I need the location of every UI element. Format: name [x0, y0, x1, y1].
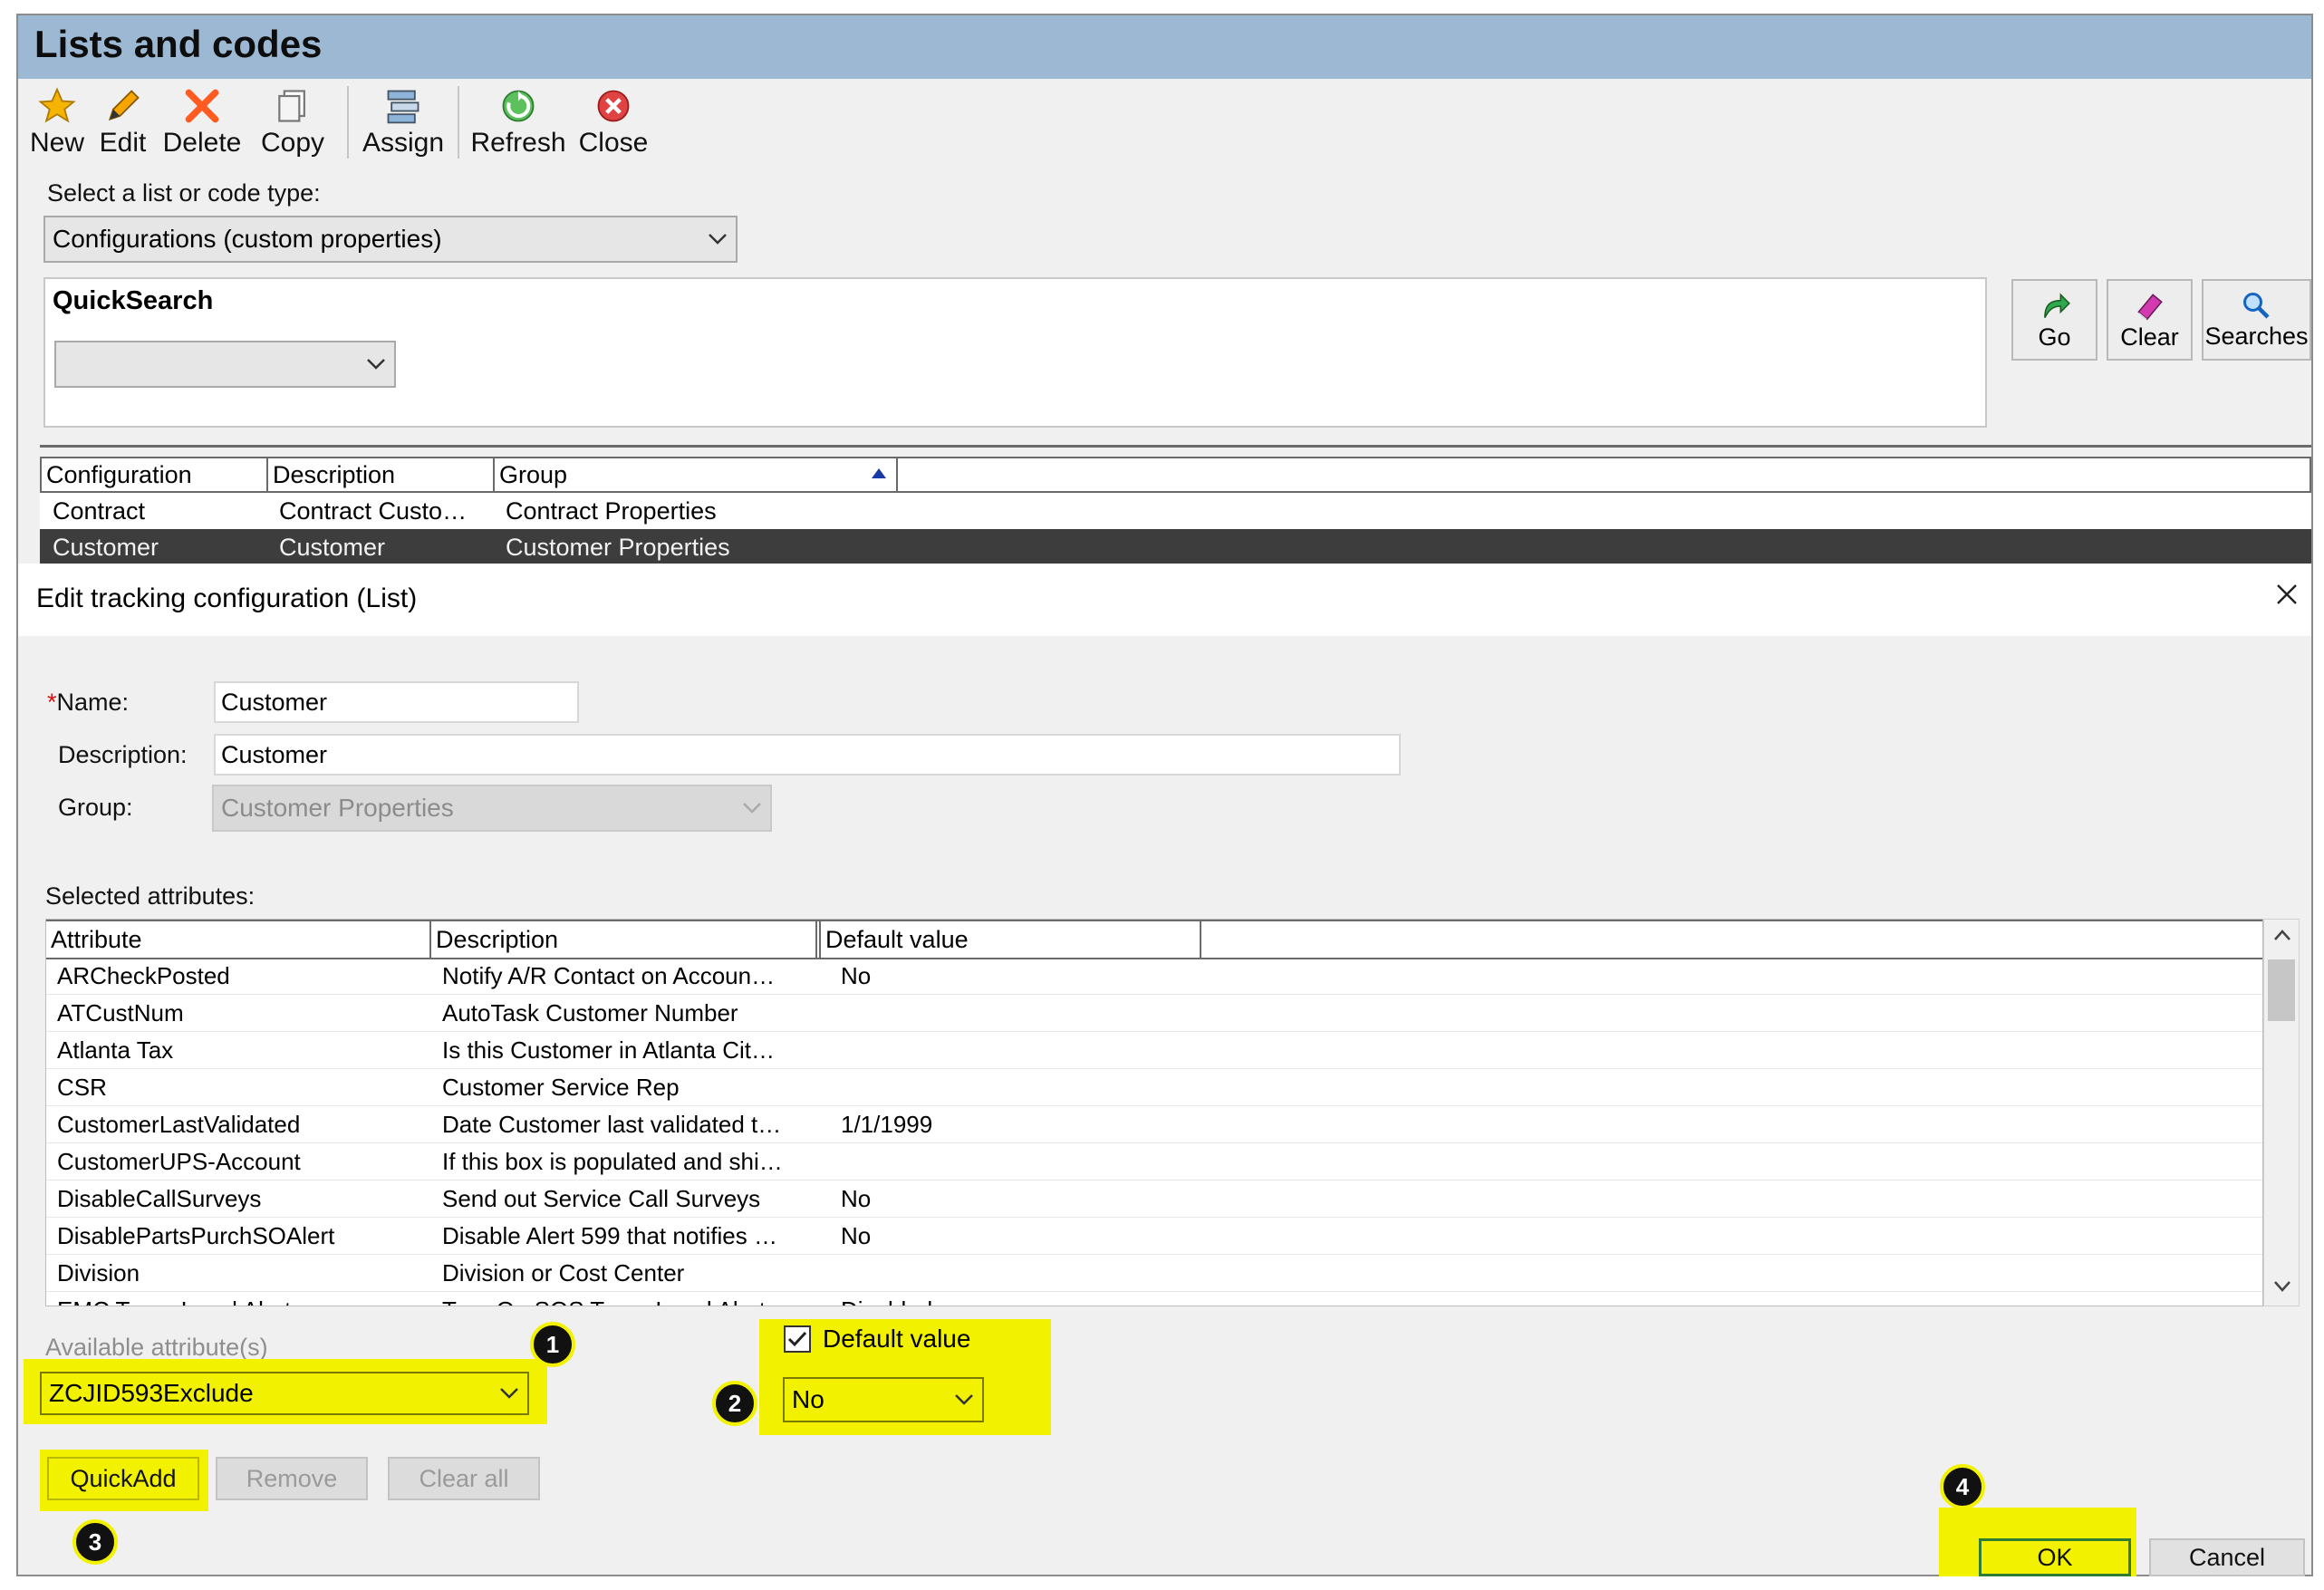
table-row[interactable]: CustomerLastValidated Date Customer last …: [46, 1106, 2262, 1143]
refresh-icon: [502, 90, 535, 122]
pencil-icon: [108, 90, 140, 121]
toolbar: New Edit Delete Copy Assign Refresh Clos…: [25, 83, 659, 161]
window-title: Lists and codes: [34, 23, 323, 65]
table-row[interactable]: Atlanta Tax Is this Customer in Atlanta C…: [46, 1032, 2262, 1069]
attributes-list: ARCheckPosted Notify A/R Contact on Accou…: [46, 958, 2262, 1306]
name-label: *Name:: [47, 689, 130, 716]
chevron-down-icon: [734, 802, 770, 814]
toolbar-separator: [347, 86, 349, 159]
callout-4: 4: [1940, 1464, 1985, 1509]
eraser-icon: [2136, 293, 2163, 320]
sort-ascending-icon: [872, 468, 886, 478]
magnifier-icon: [2242, 292, 2270, 319]
edit-button[interactable]: Edit: [89, 86, 157, 159]
default-value-checkbox-row[interactable]: Default value: [783, 1325, 970, 1354]
table-row[interactable]: DisableCallSurveys Send out Service Call …: [46, 1180, 2262, 1218]
close-icon[interactable]: [2274, 582, 2300, 612]
description-field[interactable]: Customer: [214, 734, 1401, 776]
ok-button[interactable]: OK: [1979, 1538, 2131, 1576]
table-row[interactable]: CSR Customer Service Rep: [46, 1069, 2262, 1106]
quicksearch-title: QuickSearch: [53, 286, 214, 315]
table-row[interactable]: Contract Contract Custo… Contract Proper…: [40, 493, 2311, 529]
column-header-attribute[interactable]: Attribute: [46, 921, 431, 958]
searches-button[interactable]: Searches: [2202, 279, 2311, 361]
copy-icon: [278, 90, 305, 122]
attributes-grid: Attribute Description Default value ARCh…: [45, 919, 2263, 1306]
selected-attributes-label: Selected attributes:: [45, 882, 256, 910]
window-title-bar: Lists and codes: [18, 15, 2311, 79]
chevron-down-icon[interactable]: [2273, 1280, 2291, 1297]
chevron-down-icon: [699, 233, 736, 246]
description-label: Description:: [58, 741, 188, 768]
remove-button[interactable]: Remove: [216, 1457, 368, 1500]
callout-1: 1: [530, 1322, 575, 1367]
delete-button[interactable]: Delete: [157, 86, 247, 159]
column-header-group[interactable]: Group: [495, 458, 898, 491]
refresh-button[interactable]: Refresh: [468, 86, 568, 159]
table-row[interactable]: ATCustNum AutoTask Customer Number: [46, 995, 2262, 1032]
default-value-select[interactable]: No: [783, 1377, 984, 1422]
dialog-title-bar: Edit tracking configuration (List): [18, 564, 2311, 636]
column-header-description[interactable]: Description: [268, 458, 495, 491]
column-header-attr-description[interactable]: Description: [431, 921, 821, 958]
callout-2: 2: [712, 1381, 757, 1426]
cancel-button[interactable]: Cancel: [2149, 1538, 2305, 1576]
clear-button[interactable]: Clear: [2107, 279, 2193, 361]
list-type-select[interactable]: Configurations (custom properties): [43, 216, 738, 263]
assign-icon: [387, 90, 419, 124]
available-attributes-label: Available attribute(s): [45, 1334, 268, 1361]
column-header-configuration[interactable]: Configuration: [42, 458, 268, 491]
delete-x-icon: [185, 89, 219, 123]
new-button[interactable]: New: [25, 86, 89, 159]
table-row[interactable]: DisablePartsPurchSOAlert Disable Alert 59…: [46, 1218, 2262, 1255]
table-row[interactable]: EMC Toner Level AlertTurn On SOS Toner L…: [46, 1292, 2262, 1306]
table-row[interactable]: ARCheckPosted Notify A/R Contact on Accou…: [46, 958, 2262, 995]
chevron-down-icon: [946, 1393, 982, 1406]
clear-all-button[interactable]: Clear all: [388, 1457, 540, 1500]
chevron-down-icon: [358, 358, 394, 371]
grid-separator: [40, 445, 2311, 448]
table-row[interactable]: Division Division or Cost Center: [46, 1255, 2262, 1292]
star-icon: [38, 87, 76, 123]
group-label: Group:: [58, 794, 133, 821]
quicksearch-panel: QuickSearch: [43, 277, 1987, 428]
attributes-scrollbar[interactable]: [2263, 919, 2300, 1306]
go-button[interactable]: Go: [2011, 279, 2097, 361]
available-attributes-select[interactable]: ZCJID593Exclude: [40, 1372, 529, 1415]
close-button[interactable]: Close: [568, 86, 659, 159]
assign-button[interactable]: Assign: [358, 86, 448, 159]
config-grid-header: Configuration Description Group: [40, 457, 2311, 493]
column-header-default-value[interactable]: Default value: [821, 921, 1201, 958]
callout-3: 3: [72, 1519, 118, 1565]
dialog-title: Edit tracking configuration (List): [36, 583, 418, 613]
attributes-grid-header: Attribute Description Default value: [46, 920, 2262, 959]
go-arrow-icon: [2043, 292, 2070, 318]
chevron-up-icon[interactable]: [2273, 929, 2291, 946]
copy-button[interactable]: Copy: [247, 86, 338, 159]
quickadd-button[interactable]: QuickAdd: [47, 1457, 199, 1500]
list-type-label: Select a list or code type:: [47, 179, 321, 207]
chevron-down-icon: [491, 1387, 527, 1400]
scrollbar-thumb[interactable]: [2268, 959, 2295, 1021]
checkbox-checked-icon[interactable]: [783, 1325, 812, 1354]
toolbar-separator: [458, 86, 459, 159]
quicksearch-select[interactable]: [54, 341, 396, 388]
name-field[interactable]: Customer: [214, 681, 579, 723]
table-row[interactable]: CustomerUPS-Account If this box is popula…: [46, 1143, 2262, 1180]
table-row-selected[interactable]: Customer Customer Customer Properties: [40, 529, 2311, 565]
group-select-disabled: Customer Properties: [212, 785, 772, 832]
close-circle-icon: [597, 90, 630, 122]
